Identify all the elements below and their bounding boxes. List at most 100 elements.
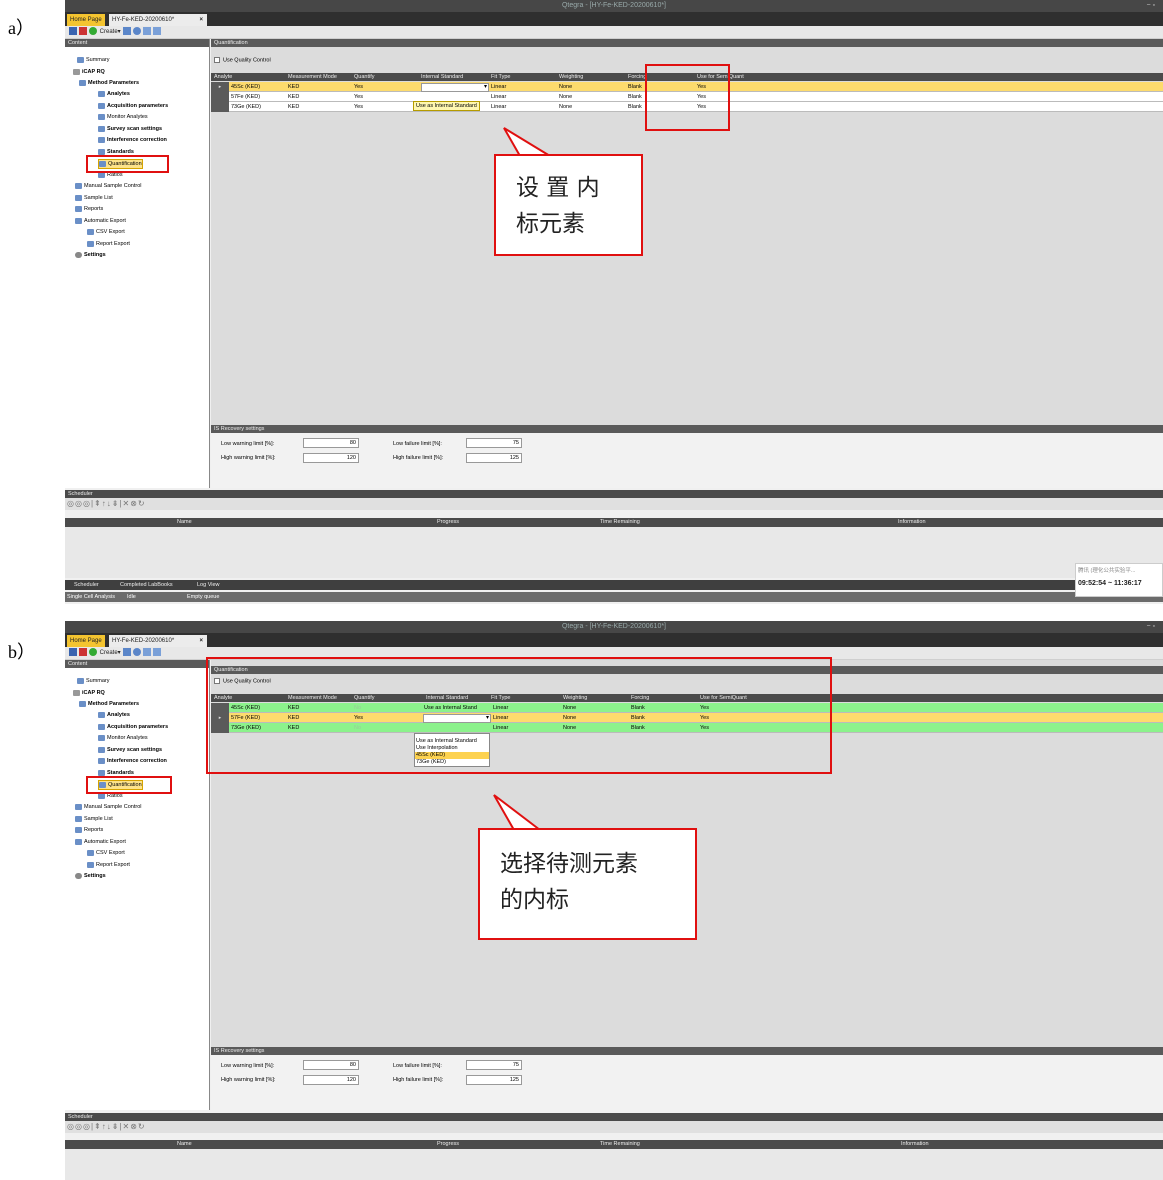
high-failure-input[interactable]: 125 [466,1075,522,1085]
col-time-remaining[interactable]: Time Remaining [600,518,640,527]
scheduler-toolbar[interactable]: ◎◎◎|⇞↑↓⇟|✕⊗↻ [65,498,1163,510]
sidebar-item-sample-list[interactable]: Sample List [75,815,113,823]
sidebar-item-settings[interactable]: Settings [75,251,106,259]
tab-completed-labbooks[interactable]: Completed LabBooks [120,580,173,590]
sidebar-item-automatic-export[interactable]: Automatic Export [75,217,126,225]
sidebar-item-analytes[interactable]: Analytes [98,711,130,719]
sidebar-item-monitor-analytes[interactable]: Monitor Analytes [98,113,148,121]
col-forcing[interactable]: Forcing [628,73,646,81]
col-information[interactable]: Information [901,1140,929,1149]
col-weighting[interactable]: Weighting [559,73,583,81]
sidebar-item-interference[interactable]: Interference correction [98,757,167,765]
semiquant-highlight [645,64,730,131]
sidebar-item-report-export[interactable]: Report Export [87,240,130,248]
run-icon[interactable] [89,27,97,36]
tab-document[interactable]: HY-Fe-KED-20200610* × [109,14,207,26]
sidebar-item-report-export[interactable]: Report Export [87,861,130,869]
tab-home-page[interactable]: Home Page [67,635,105,647]
callout-b-line1: 选择待测元素 [500,851,638,877]
stop-icon[interactable] [79,27,87,36]
low-warning-input[interactable]: 80 [303,1060,359,1070]
window-controls[interactable]: − ▫ [1146,621,1155,633]
col-measurement-mode[interactable]: Measurement Mode [288,73,337,81]
monitor-icon [98,113,105,120]
col-analyte[interactable]: Analyte [214,73,232,81]
window-controls[interactable]: − ▫ [1146,0,1155,12]
internal-standard-select[interactable] [421,83,489,92]
save-icon[interactable] [69,648,77,657]
sidebar-item-reports[interactable]: Reports [75,826,103,834]
high-failure-input[interactable]: 125 [466,453,522,463]
tab-home-page[interactable]: Home Page [67,14,105,26]
close-icon[interactable]: × [199,635,203,647]
tab-scheduler[interactable]: Scheduler [74,580,99,590]
col-name[interactable]: Name [177,518,192,527]
panel-label-b: b） [8,642,35,662]
col-name[interactable]: Name [177,1140,192,1149]
close-icon[interactable]: × [199,14,203,26]
low-warning-input[interactable]: 80 [303,438,359,448]
run-icon[interactable] [89,648,97,657]
sidebar-item-summary[interactable]: Summary [77,677,110,685]
sidebar-item-icap-rq[interactable]: iCAP RQ [73,68,105,76]
scheduler-toolbar[interactable]: ◎◎◎|⇞↑↓⇟|✕⊗↻ [65,1121,1163,1133]
refresh-icon[interactable] [133,27,142,36]
tab-log-view[interactable]: Log View [197,580,220,590]
sidebar-item-sample-list[interactable]: Sample List [75,194,113,202]
col-internal-standard[interactable]: Internal Standard [421,73,463,81]
content-sidebar: Content Summary iCAP RQ Method Parameter… [65,660,210,1110]
col-progress[interactable]: Progress [437,518,459,527]
tab-document[interactable]: HY-Fe-KED-20200610* × [109,635,207,647]
sort-icon[interactable] [143,648,152,657]
sidebar-item-acquisition-parameters[interactable]: Acquisition parameters [98,723,168,731]
sidebar-item-interference[interactable]: Interference correction [98,136,167,144]
import-icon[interactable] [123,648,132,657]
tab-document-label: HY-Fe-KED-20200610* [112,638,175,644]
sidebar-item-settings[interactable]: Settings [75,872,106,880]
sidebar-item-analytes[interactable]: Analytes [98,90,130,98]
document-tabs: Home Page HY-Fe-KED-20200610* × [65,12,1163,26]
create-menu[interactable]: Create▾ [100,29,121,35]
sidebar-item-method-parameters[interactable]: Method Parameters [79,79,139,87]
stop-icon[interactable] [79,648,87,657]
chart-icon[interactable] [153,648,162,657]
sidebar-item-reports[interactable]: Reports [75,205,103,213]
quality-control-checkbox[interactable] [214,57,220,63]
report-export-icon [87,861,94,868]
sidebar-item-automatic-export[interactable]: Automatic Export [75,838,126,846]
sidebar-header: Content [65,660,209,668]
sidebar-item-icap-rq[interactable]: iCAP RQ [73,689,105,697]
sort-icon[interactable] [143,27,152,36]
internal-standard-tooltip[interactable]: Use as Internal Standard [413,101,480,111]
use-quality-control[interactable]: Use Quality Control [214,57,271,63]
col-quantify[interactable]: Quantify [354,73,374,81]
create-menu[interactable]: Create▾ [100,650,121,656]
sidebar-item-acquisition-parameters[interactable]: Acquisition parameters [98,102,168,110]
sidebar-item-survey-scan[interactable]: Survey scan settings [98,125,162,133]
col-fit-type[interactable]: Fit Type [491,73,510,81]
col-information[interactable]: Information [898,518,926,527]
low-failure-input[interactable]: 75 [466,1060,522,1070]
sidebar-item-csv-export[interactable]: CSV Export [87,228,125,236]
sidebar-item-summary[interactable]: Summary [77,56,110,64]
quantification-highlight [86,776,172,794]
high-warning-input[interactable]: 120 [303,1075,359,1085]
row-indicator [211,102,229,112]
col-progress[interactable]: Progress [437,1140,459,1149]
chart-icon[interactable] [153,27,162,36]
sidebar-item-method-parameters[interactable]: Method Parameters [79,700,139,708]
refresh-icon[interactable] [133,648,142,657]
sidebar-item-monitor-analytes[interactable]: Monitor Analytes [98,734,148,742]
sidebar-item-csv-export[interactable]: CSV Export [87,849,125,857]
survey-icon [98,746,105,753]
high-warning-input[interactable]: 120 [303,453,359,463]
analytes-icon [98,90,105,97]
save-icon[interactable] [69,27,77,36]
sidebar-item-manual-sample-control[interactable]: Manual Sample Control [75,182,141,190]
sidebar-item-survey-scan[interactable]: Survey scan settings [98,746,162,754]
scheduler-body [65,527,1163,578]
low-failure-input[interactable]: 75 [466,438,522,448]
sidebar-item-manual-sample-control[interactable]: Manual Sample Control [75,803,141,811]
col-time-remaining[interactable]: Time Remaining [600,1140,640,1149]
import-icon[interactable] [123,27,132,36]
